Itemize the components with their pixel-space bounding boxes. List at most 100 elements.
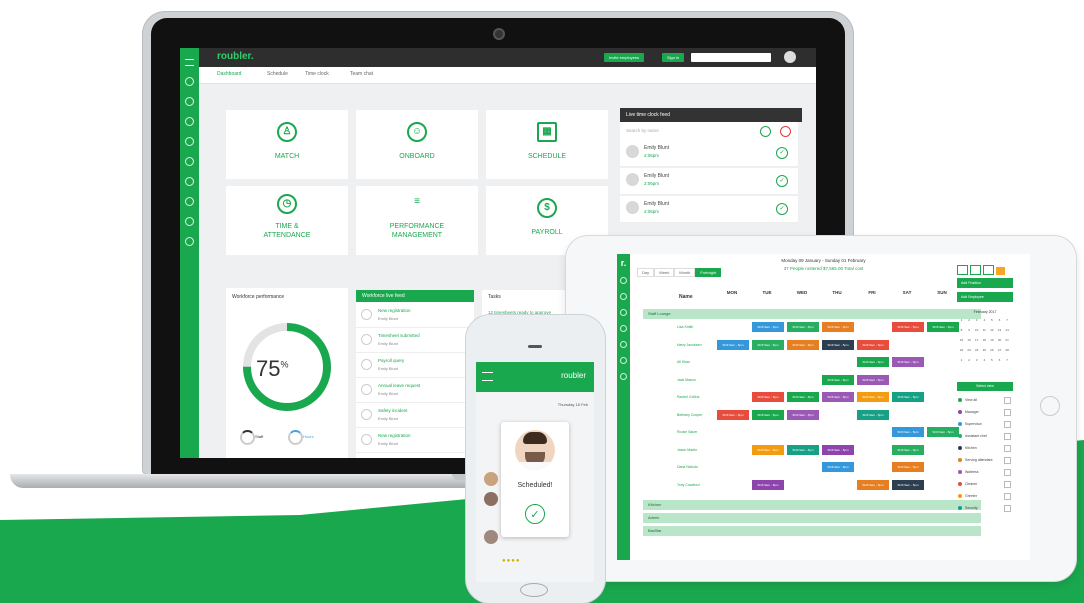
list-item[interactable]: Emily Blunt 2:06pm ✓ (620, 168, 798, 195)
gear-icon[interactable] (620, 373, 627, 380)
employee-name[interactable]: Tony Crawford (677, 483, 700, 487)
employee-name[interactable]: Harry Jacobsen (677, 343, 702, 347)
calendar-day[interactable]: 20 (997, 338, 1002, 343)
calendar-day[interactable]: 23 (967, 348, 972, 353)
calendar-day[interactable]: 21 (1005, 338, 1010, 343)
home-icon[interactable] (185, 77, 194, 86)
tab-schedule[interactable]: Schedule (267, 71, 288, 77)
shift-block[interactable]: Shift 9am - 5pm (892, 427, 924, 437)
home-icon[interactable] (620, 277, 627, 284)
view-item[interactable]: Assistant chef (957, 430, 1013, 442)
add-position-button[interactable]: Add Position (957, 278, 1013, 288)
shift-block[interactable]: Shift 9am - 5pm (752, 479, 784, 490)
view-item[interactable]: Kitchen (957, 442, 1013, 454)
shift-block[interactable]: Shift 9am - 5pm (892, 462, 924, 472)
calendar-day[interactable]: 8 (959, 328, 964, 333)
shift-block[interactable]: Shift 9am - 5pm (927, 322, 959, 332)
shift-block[interactable]: Shift 9am - 5pm (717, 339, 749, 350)
tab-week[interactable]: Week (654, 268, 675, 277)
check-icon[interactable] (760, 126, 771, 137)
calendar-day[interactable]: 10 (974, 328, 979, 333)
calendar-day[interactable]: 26 (989, 348, 994, 353)
shift-block[interactable]: Shift 9am - 5pm (857, 392, 889, 402)
calendar-day[interactable]: 5 (989, 358, 994, 363)
clock-icon[interactable] (620, 325, 627, 332)
tile-performance[interactable]: ≡ PERFORMANCE MANAGEMENT (356, 186, 478, 255)
list-item[interactable]: New registration Emily Blunt (356, 304, 474, 328)
list-item[interactable]: Annual leave request Emily Blunt (356, 379, 474, 403)
shift-block[interactable]: Shift 9am - 5pm (787, 392, 819, 402)
employee-name[interactable]: Ali Khan (677, 360, 690, 364)
tile-schedule[interactable]: ▦ SCHEDULE (486, 110, 608, 179)
list-item[interactable]: Emily Blunt 2:06pm ✓ (620, 196, 798, 223)
group-header[interactable]: Bar/Bar (643, 526, 981, 536)
calendar-day[interactable]: 27 (997, 348, 1002, 353)
calendar-icon[interactable] (620, 309, 627, 316)
calendar-day[interactable]: 2 (967, 318, 972, 323)
calendar-day[interactable]: 24 (974, 348, 979, 353)
list-item[interactable]: Safety incident Emily Blunt (356, 404, 474, 428)
calendar-day[interactable]: 18 (982, 338, 987, 343)
calendar-day[interactable]: 4 (982, 358, 987, 363)
add-employee-button[interactable]: Add Employee (957, 292, 1013, 302)
tab-fortnight[interactable]: Fortnight (695, 268, 722, 277)
view-item[interactable]: Waitress (957, 466, 1013, 478)
tablet-home-button[interactable] (1040, 396, 1060, 416)
shift-block[interactable]: Shift 9am - 5pm (822, 339, 854, 350)
shift-block[interactable]: Shift 9am - 5pm (857, 409, 889, 420)
list-item[interactable]: Timesheet submitted Emily Blunt (356, 329, 474, 353)
list-item[interactable]: Payroll query Emily Blunt (356, 354, 474, 378)
shift-block[interactable]: Shift 9am - 5pm (892, 392, 924, 402)
search-icon[interactable] (185, 97, 194, 106)
employee-name[interactable]: Jack Mason (677, 378, 696, 382)
tab-team-chat[interactable]: Team chat (350, 71, 373, 77)
shift-block[interactable]: Shift 9am - 5pm (822, 462, 854, 472)
search-input[interactable] (691, 53, 771, 62)
shift-block[interactable]: Shift 9am - 5pm (892, 479, 924, 490)
tile-onboard[interactable]: ☺ ONBOARD (356, 110, 478, 179)
shift-block[interactable]: Shift 9am - 5pm (857, 339, 889, 350)
signin-button[interactable]: Sign in (662, 53, 685, 62)
tab-day[interactable]: Day (637, 268, 655, 277)
calendar-day[interactable]: 4 (982, 318, 987, 323)
shift-block[interactable]: Shift 9am - 5pm (892, 322, 924, 332)
menu-icon[interactable] (185, 59, 194, 66)
tile-match[interactable]: ♙ MATCH (226, 110, 348, 179)
user-icon[interactable] (185, 117, 194, 126)
calendar-day[interactable]: 19 (989, 338, 994, 343)
shift-block[interactable]: Shift 9am - 5pm (892, 444, 924, 455)
dollar-icon[interactable] (620, 357, 627, 364)
shift-block[interactable]: Shift 9am - 5pm (857, 479, 889, 490)
shift-block[interactable]: Shift 9am - 5pm (857, 357, 889, 367)
employee-name[interactable]: Rooke Sauer (677, 430, 697, 434)
list-item[interactable]: New registration Emily Blunt (356, 429, 474, 453)
shift-block[interactable]: Shift 9am - 5pm (822, 322, 854, 332)
calendar-day[interactable]: 1 (959, 358, 964, 363)
calendar-icon[interactable] (185, 157, 194, 166)
invite-button[interactable]: Invite employees (604, 53, 645, 62)
calendar-day[interactable]: 14 (1005, 328, 1010, 333)
calendar-day[interactable]: 25 (982, 348, 987, 353)
calendar-day[interactable]: 17 (974, 338, 979, 343)
calendar-day[interactable]: 16 (967, 338, 972, 343)
calendar-day[interactable]: 1 (959, 318, 964, 323)
shift-block[interactable]: Shift 9am - 5pm (787, 339, 819, 350)
calendar-day[interactable]: 11 (982, 328, 987, 333)
calendar-day[interactable]: 6 (997, 318, 1002, 323)
calendar-day[interactable]: 22 (959, 348, 964, 353)
employee-name[interactable]: Jason Martin (677, 448, 697, 452)
calendar-day[interactable]: 2 (967, 358, 972, 363)
view-item[interactable]: Cleaner (957, 478, 1013, 490)
calendar-day[interactable]: 5 (989, 318, 994, 323)
avatar[interactable] (784, 51, 796, 63)
employee-name[interactable]: Rachel Collins (677, 395, 699, 399)
menu-icon[interactable] (482, 372, 493, 381)
view-item[interactable]: Serving attendant (957, 454, 1013, 466)
live-feed-search[interactable]: Search by name (620, 122, 798, 141)
tab-time-clock[interactable]: Time clock (305, 71, 329, 77)
calendar-day[interactable]: 7 (1005, 318, 1010, 323)
view-item[interactable]: View all (957, 394, 1013, 406)
dollar-icon[interactable] (185, 217, 194, 226)
calendar-day[interactable]: 9 (967, 328, 972, 333)
shift-block[interactable]: Shift 9am - 5pm (857, 374, 889, 385)
